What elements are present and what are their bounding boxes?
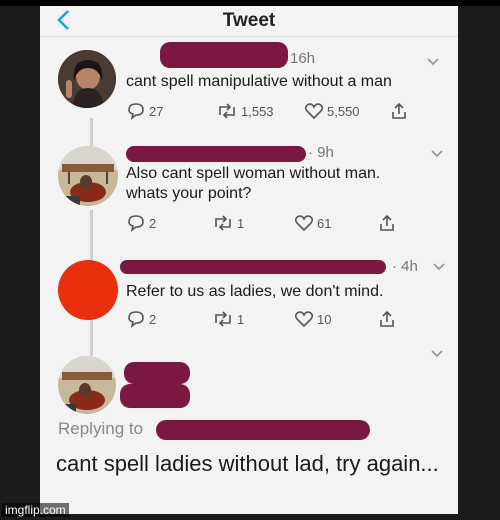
share-button[interactable]: [390, 102, 411, 120]
heart-icon: [294, 215, 314, 232]
main-tweet-text: cant spell ladies without lad, try again…: [56, 451, 439, 476]
replying-to-label: Replying to: [58, 419, 144, 438]
redacted-handle: [120, 384, 190, 408]
thread-line: [90, 318, 93, 356]
avatar[interactable]: [58, 356, 116, 414]
avatar[interactable]: [58, 260, 118, 320]
tweet-time: 16h: [290, 50, 316, 67]
reply-icon: [128, 215, 144, 232]
share-icon: [392, 102, 406, 119]
tweet-time: · 4h: [392, 258, 418, 275]
tweet-actions: 27 1,553 5,550: [126, 102, 426, 122]
avatar[interactable]: [58, 50, 116, 108]
tweet-actions: 2 1 10: [126, 310, 426, 330]
chevron-down-icon[interactable]: [430, 349, 444, 359]
tweet-text: Refer to us as ladies, we don't mind.: [126, 283, 384, 300]
reply-button[interactable]: 27: [126, 102, 163, 120]
retweet-count: 1: [237, 311, 245, 327]
like-button[interactable]: 10: [294, 310, 331, 328]
share-button[interactable]: [378, 214, 399, 232]
heart-icon: [294, 311, 314, 328]
like-count: 5,550: [327, 103, 360, 119]
tweet-time: · 9h: [308, 144, 334, 161]
retweet-button[interactable]: 1: [212, 310, 244, 328]
retweet-icon: [215, 311, 231, 327]
redacted-username: [126, 146, 306, 162]
reply-count: 27: [149, 103, 164, 119]
reply-button[interactable]: 2: [126, 310, 156, 328]
retweet-icon: [215, 215, 231, 231]
reply-icon: [128, 311, 144, 328]
chevron-down-icon[interactable]: [430, 149, 444, 159]
retweet-count: 1,553: [241, 103, 274, 119]
retweet-button[interactable]: 1: [212, 214, 244, 232]
like-count: 61: [317, 215, 332, 231]
redacted-reply-handle[interactable]: [156, 420, 370, 440]
redacted-username: [160, 42, 288, 68]
reply-count: 2: [149, 311, 157, 327]
redacted-username: [124, 362, 190, 384]
like-count: 10: [317, 311, 332, 327]
thread-line: [90, 210, 93, 262]
retweet-count: 1: [237, 215, 245, 231]
share-button[interactable]: [378, 310, 399, 328]
page-title: Tweet: [222, 10, 276, 31]
chevron-down-icon[interactable]: [432, 262, 446, 272]
watermark: imgflip.com: [2, 503, 69, 517]
retweet-button[interactable]: 1,553: [216, 102, 274, 120]
redacted-username: [120, 260, 386, 274]
header-bar: Tweet: [40, 6, 458, 37]
heart-icon: [304, 103, 324, 120]
retweet-icon: [219, 103, 235, 119]
reply-icon: [128, 103, 144, 120]
like-button[interactable]: 61: [294, 214, 331, 232]
avatar[interactable]: [58, 146, 118, 206]
tweet-screen: Tweet 16h cant spell manipulative withou…: [40, 6, 458, 514]
like-button[interactable]: 5,550: [304, 102, 360, 120]
share-icon: [380, 214, 394, 231]
tweet-actions: 2 1 61: [126, 214, 426, 234]
reply-count: 2: [149, 215, 157, 231]
share-icon: [380, 310, 394, 327]
reply-button[interactable]: 2: [126, 214, 156, 232]
tweet-text: cant spell manipulative without a man: [126, 73, 392, 90]
chevron-down-icon[interactable]: [426, 57, 440, 67]
thread-line: [90, 118, 93, 146]
tweet-text: Also cant spell woman without man. whats…: [126, 165, 381, 202]
